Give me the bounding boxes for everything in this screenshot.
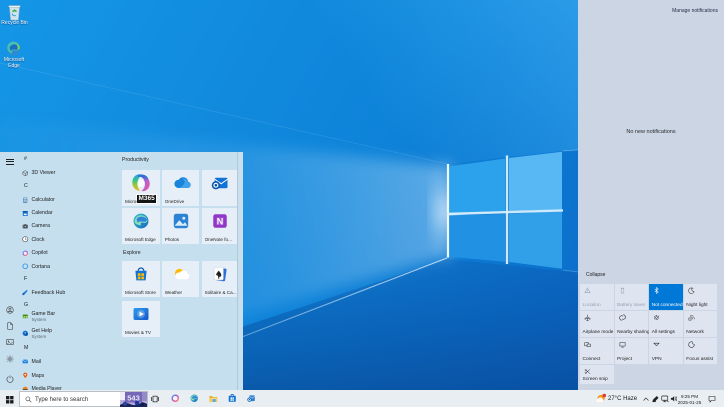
svg-text:?: ? [24,332,26,336]
svg-text:N: N [217,217,224,227]
